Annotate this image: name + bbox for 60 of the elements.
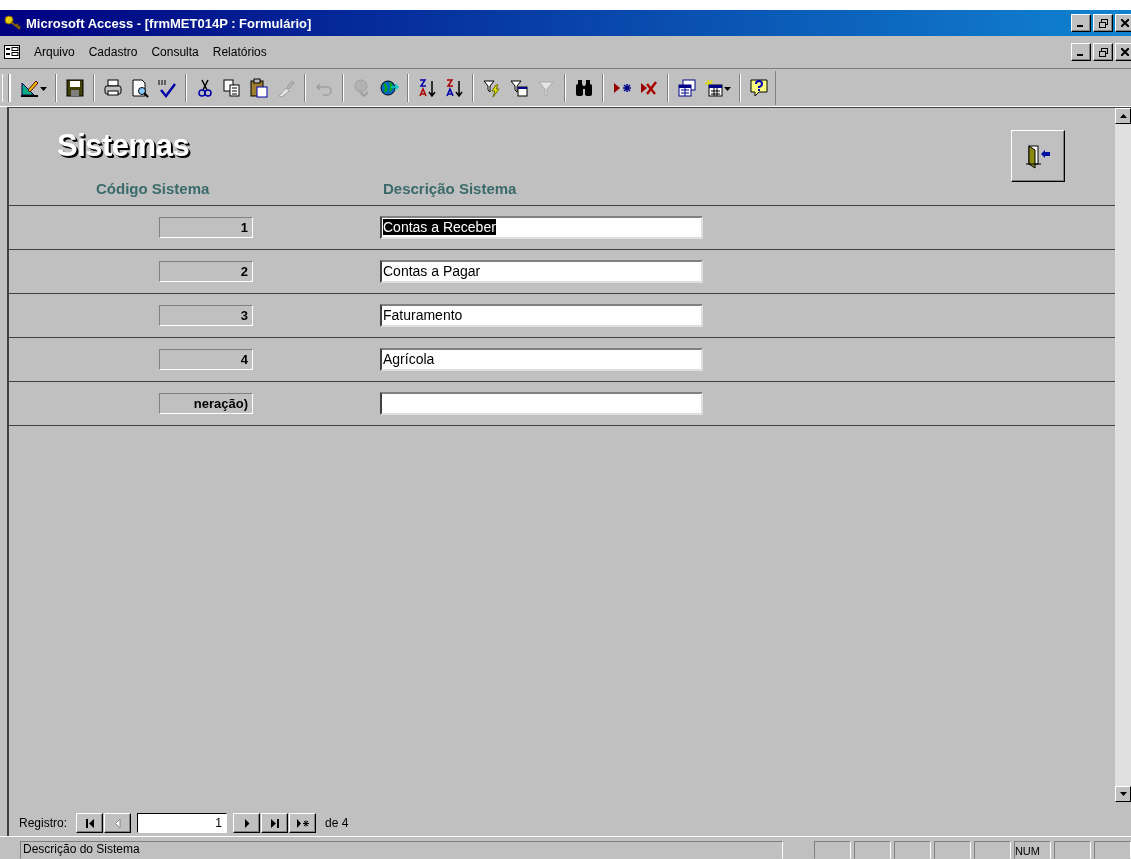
first-record-button[interactable] <box>76 813 104 833</box>
close-button[interactable] <box>1115 14 1131 32</box>
restore-button[interactable] <box>1093 43 1113 61</box>
menu-item[interactable]: Arquivo <box>34 45 75 59</box>
menu-item[interactable]: Relatórios <box>212 45 267 59</box>
form-icon[interactable] <box>4 45 20 59</box>
previous-record-icon <box>112 818 123 828</box>
toolbar-grip[interactable] <box>2 73 9 102</box>
up-arrow-icon <box>1119 114 1127 118</box>
down-arrow-icon <box>1119 792 1127 796</box>
restore-icon <box>1098 47 1108 57</box>
status-panel <box>933 841 971 859</box>
status-text: Descrição do Sistema <box>20 841 783 859</box>
minimize-button[interactable] <box>1071 14 1091 32</box>
status-panel <box>973 841 1011 859</box>
exit-button[interactable] <box>1011 130 1065 182</box>
status-panel <box>813 841 851 859</box>
close-icon <box>1121 19 1129 27</box>
column-header: Descrição Sistema <box>383 180 517 197</box>
description-field[interactable]: Contas a Receber <box>380 216 703 239</box>
status-panel <box>853 841 891 859</box>
form-title: Sistemas <box>57 128 190 164</box>
description-field[interactable]: Faturamento <box>380 304 703 327</box>
status-panel <box>1093 841 1131 859</box>
description-field[interactable]: Contas a Pagar <box>380 260 703 283</box>
code-field[interactable]: 2 <box>159 261 253 282</box>
new-record-icon <box>295 818 310 828</box>
paste-icon[interactable] <box>247 75 271 100</box>
code-field[interactable]: 4 <box>159 349 253 370</box>
key-icon <box>4 15 22 31</box>
code-field[interactable]: 1 <box>159 217 253 238</box>
previous-record-button[interactable] <box>104 813 132 833</box>
record-count: de 4 <box>325 816 349 830</box>
scrollbar[interactable] <box>1115 108 1131 802</box>
restore-button[interactable] <box>1093 14 1113 32</box>
description-field[interactable]: Agrícola <box>380 348 703 371</box>
status-panel <box>1053 841 1091 859</box>
scroll-down-button[interactable] <box>1115 786 1131 802</box>
scroll-up-button[interactable] <box>1115 108 1131 124</box>
close-icon <box>1121 48 1129 56</box>
code-field[interactable]: neração) <box>159 393 253 414</box>
window-title: Microsoft Access - [frmMET014P : Formulário] <box>26 15 312 31</box>
code-field[interactable]: 3 <box>159 305 253 326</box>
door-icon <box>1025 142 1051 170</box>
status-indicator: NUM <box>1013 841 1051 859</box>
menu-item[interactable]: Consulta <box>151 45 199 59</box>
column-header: Código Sistema <box>96 180 211 197</box>
record-label: Registro: <box>19 816 68 830</box>
minimize-button[interactable] <box>1071 43 1091 61</box>
description-field[interactable] <box>380 392 703 415</box>
last-record-button[interactable] <box>261 813 289 833</box>
restore-icon <box>1098 18 1108 28</box>
new-record-button[interactable] <box>289 813 317 833</box>
menu-item[interactable]: Cadastro <box>88 45 138 59</box>
last-record-icon <box>269 818 280 828</box>
record-number-field[interactable]: 1 <box>137 813 228 833</box>
status-panel <box>893 841 931 859</box>
first-record-icon <box>84 818 95 828</box>
close-button[interactable] <box>1115 43 1131 61</box>
next-record-button[interactable] <box>233 813 261 833</box>
